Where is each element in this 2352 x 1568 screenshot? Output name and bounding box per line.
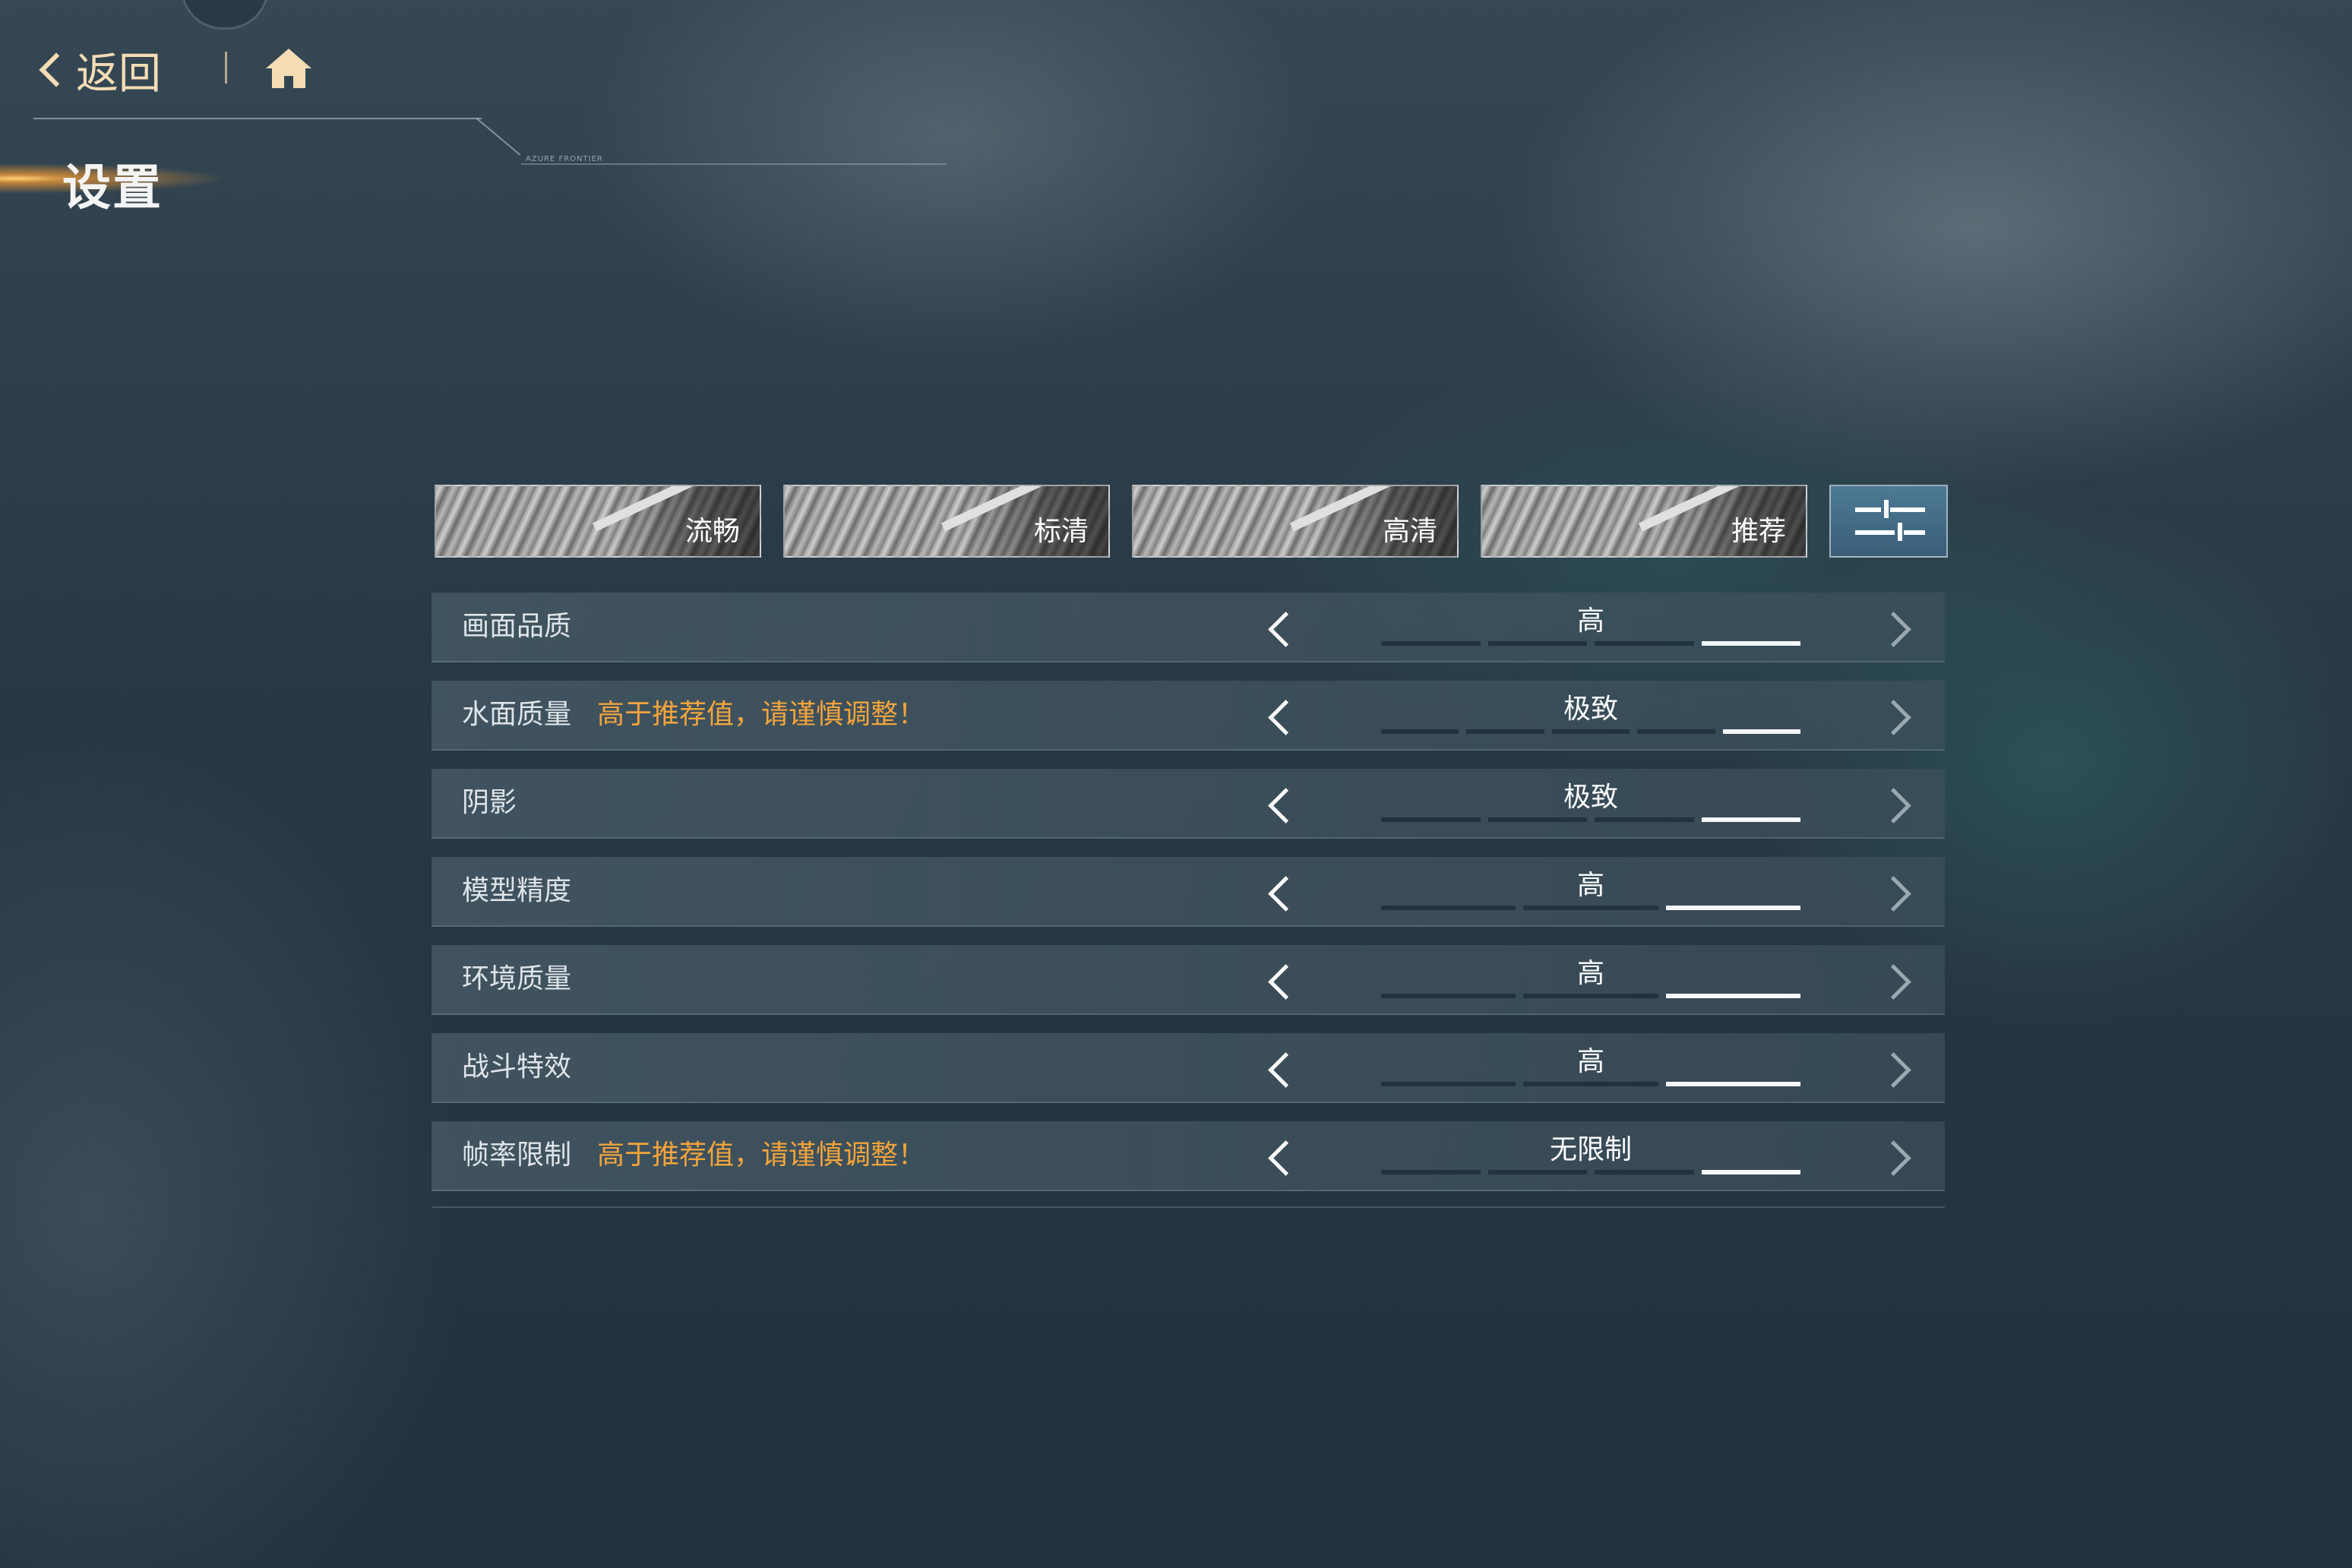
nav-divider [225,52,227,84]
level-segment [1487,641,1587,646]
level-segment [1665,1082,1800,1086]
setting-row-frame-rate-limit: 帧率限制 高于推荐值，请谨慎调整！ 无限制 [432,1121,1945,1191]
setting-warning: 高于推荐值，请谨慎调整！ [597,1140,926,1171]
setting-value: 极致 [1563,694,1618,725]
setting-row-environment-quality: 环境质量 高 [432,945,1945,1015]
preset-label: 推荐 [1731,516,1786,547]
level-segment [1381,817,1481,822]
preset-hd[interactable]: 高清 [1132,485,1459,558]
level-segment [1665,906,1800,910]
level-segment [1595,817,1694,822]
preset-label: 流畅 [684,516,740,547]
preset-recommended[interactable]: 推荐 [1481,485,1807,558]
level-segment [1487,817,1587,822]
level-indicator [1381,906,1800,910]
chevron-left-icon [39,52,74,87]
setting-row-shadow: 阴影 极致 [432,769,1945,839]
setting-value: 高 [1576,1046,1604,1077]
preset-smooth[interactable]: 流畅 [435,485,761,558]
level-segment [1722,729,1800,734]
page-title: 设置 [62,160,163,217]
setting-label: 战斗特效 [462,1051,572,1083]
level-indicator [1381,1082,1800,1086]
setting-warning: 高于推荐值，请谨慎调整！ [597,699,926,730]
increase-button[interactable] [1876,694,1917,735]
level-indicator [1381,729,1800,734]
setting-row-graphics-quality: 画面品质 高 [432,593,1945,662]
level-segment [1595,641,1694,646]
decrease-button[interactable] [1260,782,1301,824]
increase-button[interactable] [1876,1135,1917,1176]
quality-presets: 流畅 标清 高清 推荐 [435,485,1954,561]
level-segment [1381,641,1481,646]
level-segment [1381,1082,1516,1086]
level-segment [1637,729,1715,734]
avatar[interactable] [181,0,269,30]
setting-value: 极致 [1563,782,1618,813]
level-indicator [1381,994,1800,998]
increase-button[interactable] [1876,959,1917,1000]
level-segment [1701,641,1800,646]
level-segment [1466,729,1544,734]
back-button[interactable]: 返回 [33,40,161,100]
setting-row-water-quality: 水面质量 高于推荐值，请谨慎调整！ 极致 [432,681,1945,751]
level-segment [1381,994,1516,998]
setting-label: 模型精度 [462,875,572,906]
setting-label: 水面质量 [462,699,572,730]
title-divider-angle [476,118,521,156]
level-indicator [1381,641,1800,646]
level-segment [1701,1170,1800,1174]
setting-label: 阴影 [462,787,517,818]
level-segment [1381,906,1516,910]
setting-row-combat-effects: 战斗特效 高 [432,1033,1945,1103]
setting-label: 环境质量 [462,963,572,994]
setting-row-model-detail: 模型精度 高 [432,857,1945,927]
decrease-button[interactable] [1260,606,1301,647]
title-divider [33,118,482,119]
home-icon [266,49,311,88]
level-indicator [1381,1170,1800,1174]
setting-label: 帧率限制 [462,1140,572,1171]
decrease-button[interactable] [1260,1047,1301,1088]
title-divider-lower [521,163,947,165]
level-segment [1665,994,1800,998]
increase-button[interactable] [1876,1047,1917,1088]
increase-button[interactable] [1876,871,1917,912]
level-segment [1595,1170,1694,1174]
back-label: 返回 [76,49,161,99]
level-segment [1523,906,1658,910]
increase-button[interactable] [1876,782,1917,824]
decrease-button[interactable] [1260,1135,1301,1176]
setting-value: 高 [1576,870,1604,901]
increase-button[interactable] [1876,606,1917,647]
preset-label: 标清 [1033,516,1089,547]
preset-custom[interactable] [1829,485,1948,558]
level-segment [1487,1170,1587,1174]
level-segment [1523,994,1658,998]
setting-label: 画面品质 [462,611,572,642]
decrease-button[interactable] [1260,694,1301,735]
sliders-icon [1855,500,1925,541]
decrease-button[interactable] [1260,959,1301,1000]
setting-value: 无限制 [1549,1134,1632,1165]
level-segment [1381,1170,1481,1174]
home-button[interactable] [264,46,313,91]
level-segment [1523,1082,1658,1086]
level-segment [1381,729,1459,734]
preset-standard[interactable]: 标清 [783,485,1110,558]
setting-value: 高 [1576,958,1604,989]
preset-label: 高清 [1382,516,1437,547]
setting-value: 高 [1576,605,1604,637]
brand-text: AZURE FRONTIER [526,155,603,163]
list-bottom-divider [432,1206,1945,1208]
level-segment [1701,817,1800,822]
level-indicator [1381,817,1800,822]
decrease-button[interactable] [1260,871,1301,912]
level-segment [1551,729,1630,734]
